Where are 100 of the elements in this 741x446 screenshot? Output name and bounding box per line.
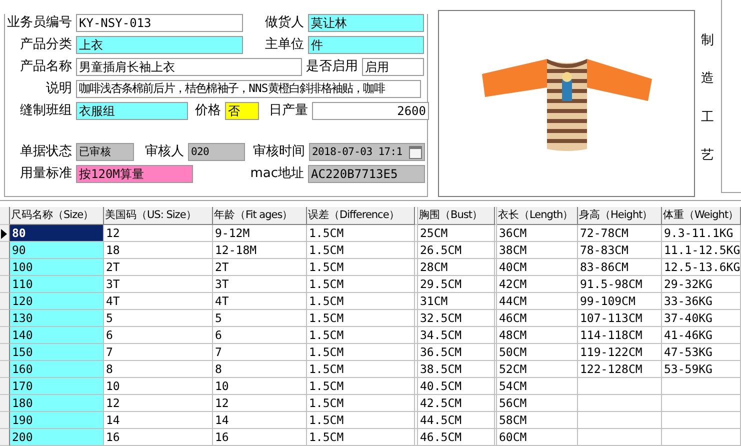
table-cell: 11.1-12.5KG — [662, 242, 741, 259]
table-cell: 32.5CM — [418, 310, 495, 327]
input-field[interactable]: 2600 — [312, 102, 429, 120]
table-cell: 91.5-98CM — [578, 276, 662, 293]
table-cell: 36.5CM — [418, 344, 495, 361]
table-cell: 9-12M — [213, 225, 307, 242]
input-field[interactable]: 2018-07-03 17:1 — [309, 143, 425, 161]
table-cell: 12 — [104, 225, 213, 242]
table-cell: 42.5CM — [418, 395, 495, 412]
table-cell: 9.3-11.1KG — [662, 225, 741, 242]
table-cell: 25CM — [418, 225, 495, 242]
table-cell: 99-109CM — [578, 293, 662, 310]
table-cell: 8 — [213, 361, 307, 378]
table-cell: 1.5CM — [307, 276, 415, 293]
table-cell: 26.5CM — [418, 242, 495, 259]
field-label: 业务员编号 — [6, 14, 72, 32]
column-header[interactable]: 误差（Difference） — [307, 207, 415, 225]
input-field[interactable]: 莫让林 — [308, 14, 424, 32]
table-cell: 1.5CM — [307, 378, 415, 395]
input-field[interactable]: 上衣 — [76, 36, 243, 54]
input-field[interactable]: 件 — [308, 36, 424, 54]
table-cell: 122-128CM — [578, 361, 662, 378]
table-cell: 44CM — [497, 293, 578, 310]
table-cell: 42CM — [497, 276, 578, 293]
table-cell: 160 — [10, 361, 104, 378]
table-cell: 1.5CM — [307, 429, 415, 446]
table-cell: 119-122CM — [578, 344, 662, 361]
table-cell: 3T — [104, 276, 213, 293]
field-label: 日产量 — [268, 102, 308, 120]
input-field[interactable]: 已审核 — [76, 143, 134, 161]
table-cell: 12.5-13.6KG — [662, 259, 741, 276]
field-label: 产品分类 — [19, 36, 72, 54]
table-cell: 5 — [213, 310, 307, 327]
field-label: 单据状态 — [19, 143, 72, 161]
table-cell: 47-53KG — [662, 344, 741, 361]
table-cell: 7 — [213, 344, 307, 361]
table-cell: 33-36KG — [662, 293, 741, 310]
table-cell: 60CM — [497, 429, 578, 446]
table-cell: 1.5CM — [307, 259, 415, 276]
table-cell: 29-32KG — [662, 276, 741, 293]
table-cell: 110 — [10, 276, 104, 293]
column-header[interactable]: 体重（Weight） — [662, 207, 741, 225]
input-field[interactable]: 咖啡浅杏条棉前后片，桔色棉袖子，NNS黄橙白斜排格袖贴，咖啡 — [76, 80, 421, 98]
table-cell: 54CM — [497, 378, 578, 395]
table-cell: 56CM — [497, 395, 578, 412]
table-cell: 53-59KG — [662, 361, 741, 378]
input-field[interactable]: 衣服组 — [76, 102, 188, 120]
table-cell: 2T — [213, 259, 307, 276]
table-cell: 50CM — [497, 344, 578, 361]
table-cell: 7 — [104, 344, 213, 361]
input-field[interactable]: 020 — [188, 143, 245, 161]
column-header[interactable]: 胸围（Bust） — [418, 207, 495, 225]
field-label: 是否启用 — [306, 58, 358, 76]
column-header[interactable]: 衣长（Length） — [497, 207, 578, 225]
field-label: mac地址 — [249, 165, 304, 183]
table-cell: 18 — [104, 242, 213, 259]
column-header[interactable]: 身高（Height） — [578, 207, 662, 225]
table-cell: 120 — [10, 293, 104, 310]
table-cell: 180 — [10, 395, 104, 412]
input-field[interactable]: 否 — [225, 102, 259, 120]
table-cell: 38CM — [497, 242, 578, 259]
column-header[interactable]: 美国码（US: Size） — [104, 207, 213, 225]
input-field[interactable]: 男童插肩长袖上衣 — [76, 58, 302, 76]
table-cell: 29.5CM — [418, 276, 495, 293]
table-cell: 40CM — [497, 259, 578, 276]
table-cell: 52CM — [497, 361, 578, 378]
table-cell: 200 — [10, 429, 104, 446]
field-label: 主单位 — [264, 36, 304, 54]
table-cell: 107-113CM — [578, 310, 662, 327]
field-label: 用量标准 — [19, 165, 72, 183]
table-cell: 1.5CM — [307, 395, 415, 412]
table-cell: 41-46KG — [662, 327, 741, 344]
table-cell: 150 — [10, 344, 104, 361]
table-cell: 37-40KG — [662, 310, 741, 327]
table-cell: 1.5CM — [307, 225, 415, 242]
calendar-icon[interactable] — [409, 146, 422, 158]
column-header[interactable]: 年龄（Fit ages） — [213, 207, 307, 225]
input-field[interactable]: AC220B7713E5 — [308, 165, 425, 183]
table-cell: 38.5CM — [418, 361, 495, 378]
table-cell: 78-83CM — [578, 242, 662, 259]
column-header[interactable]: 尺码名称（Size） — [10, 207, 104, 225]
input-field[interactable]: 按120M算量 — [76, 165, 193, 183]
table-cell: 58CM — [497, 412, 578, 429]
table-corner — [0, 207, 10, 225]
table-cell: 4T — [104, 293, 213, 310]
field-label: 说明 — [45, 80, 72, 98]
table-cell: 1.5CM — [307, 327, 415, 344]
table-cell: 80 — [10, 225, 104, 242]
field-label: 审核时间 — [252, 143, 305, 161]
field-label: 审核人 — [144, 143, 184, 161]
table-cell: 83-86CM — [578, 259, 662, 276]
table-cell: 28CM — [418, 259, 495, 276]
table-cell: 90 — [10, 242, 104, 259]
input-field[interactable]: KY-NSY-013 — [76, 14, 243, 32]
table-cell: 1.5CM — [307, 361, 415, 378]
table-cell: 34.5CM — [418, 327, 495, 344]
input-field[interactable]: 启用 — [362, 58, 424, 76]
table-cell: 140 — [10, 327, 104, 344]
table-cell: 6 — [104, 327, 213, 344]
table-cell: 16 — [213, 429, 307, 446]
